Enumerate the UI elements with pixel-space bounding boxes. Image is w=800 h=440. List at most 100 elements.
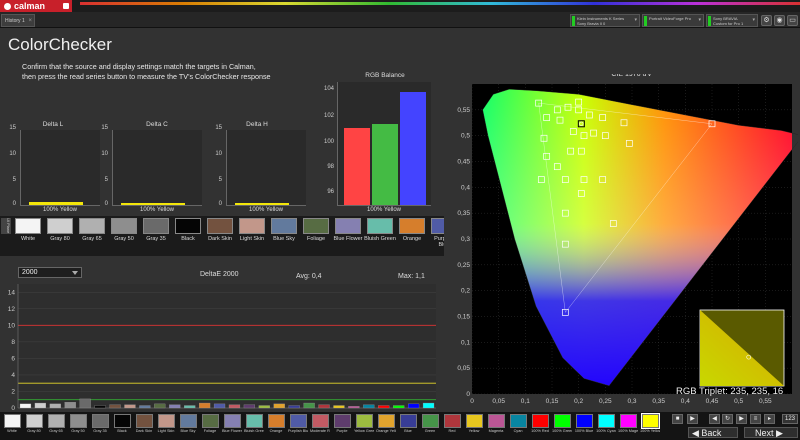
patch-color — [201, 414, 219, 428]
patch-button[interactable]: Yellow Green — [354, 414, 374, 433]
swatch[interactable]: Orange — [396, 218, 428, 242]
skip-back-icon[interactable]: ◀ — [709, 414, 720, 424]
back-button[interactable]: ◀ Back — [688, 427, 738, 438]
swatch[interactable]: Light Skin — [236, 218, 268, 242]
calman-logo[interactable]: calman — [0, 0, 72, 12]
patch-button[interactable]: Purplish Blue — [288, 414, 308, 433]
swatch[interactable]: Purplish Blue — [428, 218, 444, 248]
patch-button[interactable]: Purple — [332, 414, 352, 433]
patch-color — [3, 414, 21, 428]
patch-button[interactable]: Light Skin — [156, 414, 176, 433]
stop-icon[interactable]: ■ — [672, 414, 683, 424]
next-button[interactable]: Next ▶ — [744, 427, 798, 438]
close-icon[interactable]: × — [28, 15, 32, 28]
swatch[interactable]: Bluish Green — [364, 218, 396, 242]
patch-button[interactable]: Gray 65 — [46, 414, 66, 433]
swatch-color — [207, 218, 233, 234]
x-tick-label: 0 — [470, 398, 474, 405]
patch-button[interactable]: Gray 35 — [90, 414, 110, 433]
read-series-icon[interactable]: ▶ — [736, 414, 747, 424]
patch-button[interactable]: 100% Cyan — [596, 414, 616, 433]
window-icon[interactable]: ▭ — [787, 15, 798, 26]
patch-button[interactable]: Red — [442, 414, 462, 433]
patch-color — [619, 414, 637, 428]
swatch-color — [271, 218, 297, 234]
swatch[interactable]: Dark Skin — [204, 218, 236, 242]
swatch-side-tab[interactable]: UI Plane — [1, 218, 11, 234]
skip-icon[interactable]: ▸ — [764, 414, 775, 424]
patch-button[interactable]: 100% Blue — [574, 414, 594, 433]
patch-button[interactable]: Black — [112, 414, 132, 433]
patch-button[interactable]: Cyan — [508, 414, 528, 433]
swatch[interactable]: Gray 65 — [76, 218, 108, 242]
deltae-formula-select[interactable]: 2000 — [18, 267, 82, 278]
x-tick-label: 0,15 — [546, 398, 559, 405]
tab-history-1[interactable]: History 1 × — [1, 14, 35, 27]
patch-label: Light Skin — [157, 429, 175, 433]
swatch[interactable]: Gray 80 — [44, 218, 76, 242]
repeat-icon[interactable]: ↻ — [722, 414, 733, 424]
swatch[interactable]: Blue Sky — [268, 218, 300, 242]
patch-button[interactable]: Magenta — [486, 414, 506, 433]
patch-button[interactable]: Dark Skin — [134, 414, 154, 433]
blue-bar — [400, 92, 426, 205]
camera-icon[interactable]: ◉ — [774, 15, 785, 26]
patch-button[interactable]: Blue Sky — [178, 414, 198, 433]
deltae-bar — [378, 405, 390, 409]
patch-button[interactable]: Gray 80 — [24, 414, 44, 433]
device-display[interactable]: Sony BRAVIA Custom for Pro 1 ▾ — [706, 14, 758, 27]
patch-button[interactable]: Orange Yellow — [376, 414, 396, 433]
patch-button[interactable]: Green — [420, 414, 440, 433]
patch-button[interactable]: Yellow — [464, 414, 484, 433]
settings-icon[interactable]: ⚙ — [761, 15, 772, 26]
patch-label: Foliage — [203, 429, 217, 433]
patch-button[interactable]: Gray 50 — [68, 414, 88, 433]
patch-button[interactable]: Blue Flower — [222, 414, 242, 433]
cie-title: CIE 1976 u'v' — [611, 74, 652, 78]
swatch[interactable]: Gray 35 — [140, 218, 172, 242]
rgb-tick: 104 — [323, 86, 334, 92]
patch-color — [289, 414, 307, 428]
read-icon[interactable]: ▶ — [687, 414, 698, 424]
swatch[interactable]: Foliage — [300, 218, 332, 242]
patch-label: Dark Skin — [135, 429, 153, 433]
patch-button[interactable]: 100% Green — [552, 414, 572, 433]
rgb-balance-label: 100% Yellow — [366, 207, 402, 213]
rgb-tick: 100 — [323, 139, 334, 145]
title-bar: calman — [0, 0, 800, 12]
tab-label: History 1 — [5, 18, 25, 24]
y-tick-label: 0,4 — [461, 184, 470, 191]
swatch[interactable]: Black — [172, 218, 204, 242]
device-line1: Portrait VideoForge Pro — [649, 16, 691, 21]
swatch-label: Gray 65 — [82, 236, 102, 242]
y-tick-label: 0,45 — [457, 159, 470, 166]
patch-color — [157, 414, 175, 428]
green-bar — [372, 123, 398, 205]
patch-button[interactable]: Bluish Green — [244, 414, 264, 433]
rgb-tick: 98 — [327, 164, 334, 170]
list-icon[interactable]: ≡ — [750, 414, 761, 424]
patch-button[interactable]: Blue — [398, 414, 418, 433]
swatch[interactable]: Gray 50 — [108, 218, 140, 242]
deltae-bar — [303, 402, 315, 409]
delta-c-tick: 15 — [101, 125, 108, 131]
swatch-label: Bluish Green — [364, 236, 396, 242]
deltae-bar — [363, 404, 375, 409]
patch-button[interactable]: Moderate Red — [310, 414, 330, 433]
swatch[interactable]: White — [12, 218, 44, 242]
patch-button[interactable]: 100% Red — [530, 414, 550, 433]
swatch[interactable]: Blue Flower — [332, 218, 364, 242]
patch-button[interactable]: White — [2, 414, 22, 433]
swatch-label: Orange — [402, 236, 422, 242]
patch-button[interactable]: Foliage — [200, 414, 220, 433]
device-line2: Sony Bravia II 0 — [577, 21, 606, 26]
patch-button[interactable]: Orange — [266, 414, 286, 433]
swatch-label: Gray 80 — [50, 236, 70, 242]
device-source[interactable]: Portrait VideoForge Pro ▾ — [642, 14, 704, 27]
deltae-bar — [154, 403, 166, 409]
device-meter[interactable]: Klein Instruments K Series Sony Bravia II… — [570, 14, 640, 27]
delta-c-label: 100% Yellow — [139, 207, 175, 213]
deltae-chart-title: DeltaE 2000 — [200, 271, 239, 278]
patch-button[interactable]: 100% Yellow — [640, 413, 660, 433]
patch-button[interactable]: 100% Magenta — [618, 414, 638, 433]
